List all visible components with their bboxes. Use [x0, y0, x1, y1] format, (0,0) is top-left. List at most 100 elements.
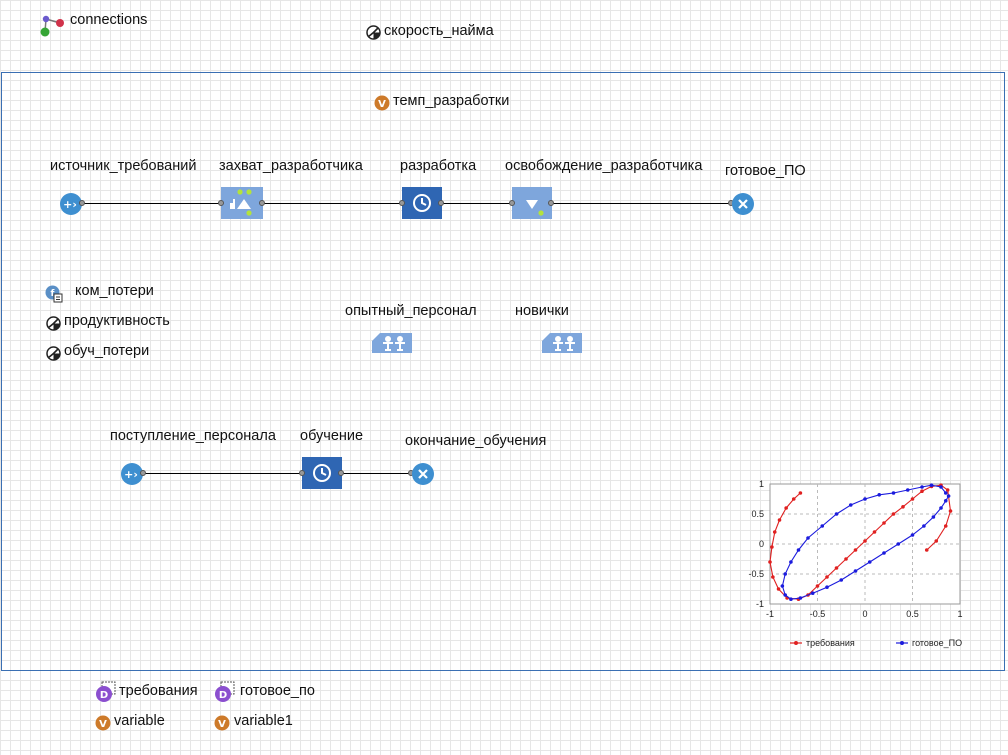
connector-line[interactable] [342, 473, 412, 474]
svg-text:D: D [100, 690, 108, 701]
release-label: освобождение_разработчика [505, 158, 703, 174]
in-port[interactable] [509, 200, 515, 206]
data-point [920, 489, 924, 493]
data-point [791, 497, 796, 501]
svg-text:+›: +› [63, 198, 77, 211]
train-loss-label[interactable]: обуч_потери [64, 343, 149, 359]
out-port[interactable] [259, 200, 265, 206]
parameter-icon[interactable] [46, 316, 61, 331]
data-point [882, 521, 886, 525]
data-point [810, 591, 815, 595]
delay-icon[interactable] [302, 457, 342, 489]
function-icon[interactable]: f [45, 285, 63, 303]
x-tick-label: 0 [862, 609, 867, 619]
connector-line[interactable] [442, 203, 512, 204]
delay2-label: обучение [300, 428, 364, 444]
data-point [783, 572, 787, 576]
svg-text:D: D [219, 690, 227, 701]
data-point [896, 542, 901, 546]
in-port[interactable] [218, 200, 224, 206]
resource-pool-icon[interactable] [542, 333, 582, 353]
y-tick-label: -0.5 [748, 569, 764, 579]
out-port[interactable] [79, 200, 85, 206]
source2-label: поступление_персонала [110, 428, 276, 444]
experienced-pool-label: опытный_персонал [345, 303, 477, 319]
data-point [783, 593, 787, 597]
out-port[interactable] [438, 200, 444, 206]
y-tick-label: 1 [759, 479, 764, 489]
data-point [867, 560, 872, 564]
dataset1-label[interactable]: требования [119, 683, 198, 699]
connector-line[interactable] [83, 203, 221, 204]
data-point [796, 548, 801, 552]
dataset-icon[interactable]: D [214, 681, 236, 703]
connector-line[interactable] [552, 203, 732, 204]
svg-text:+›: +› [124, 468, 138, 481]
data-point [780, 584, 785, 588]
data-point [910, 497, 915, 501]
data-point [929, 483, 934, 487]
dev-rate-label[interactable]: темп_разработки [393, 93, 509, 109]
data-point [798, 491, 803, 495]
data-point [789, 560, 793, 564]
out-port[interactable] [548, 200, 554, 206]
x-tick-label: -0.5 [810, 609, 826, 619]
data-point [806, 536, 810, 540]
delay-icon[interactable] [402, 187, 442, 219]
var1-label[interactable]: variable [114, 713, 165, 729]
data-point [939, 506, 943, 510]
connections-icon[interactable] [38, 14, 66, 38]
data-point [820, 524, 825, 528]
parameter-icon[interactable] [366, 25, 381, 40]
sink-label: готовое_ПО [725, 163, 806, 179]
connector-line[interactable] [143, 473, 302, 474]
productivity-label[interactable]: продуктивность [64, 313, 170, 329]
data-point [905, 488, 910, 492]
data-point [853, 569, 858, 573]
data-point [882, 551, 886, 555]
sink-icon[interactable] [731, 192, 755, 216]
release-icon[interactable] [512, 187, 552, 219]
data-point [943, 499, 948, 503]
out-port[interactable] [338, 470, 344, 476]
data-point [946, 494, 951, 498]
delay-label: разработка [400, 158, 477, 174]
resource-pool-icon[interactable] [372, 333, 412, 353]
data-point [768, 560, 772, 564]
svg-text:V: V [99, 719, 107, 730]
variable-icon[interactable]: V [374, 95, 390, 111]
data-point [901, 505, 905, 509]
svg-text:V: V [218, 719, 226, 730]
dataset2-label[interactable]: готовое_по [240, 683, 315, 699]
var2-label[interactable]: variable1 [234, 713, 293, 729]
data-point [934, 539, 939, 543]
data-point [777, 518, 782, 522]
dataset-icon[interactable]: D [95, 681, 117, 703]
data-point [772, 530, 777, 534]
data-point [924, 548, 929, 552]
phase-chart[interactable]: -1 -0.5 0 0.5 1 1 0.5 0 -0.5 -1 требования готовое_… [740, 476, 980, 656]
data-point [834, 512, 839, 516]
data-point [771, 575, 775, 579]
parameter-icon[interactable] [46, 346, 61, 361]
variable-icon[interactable]: V [214, 715, 230, 731]
legend-label: готовое_ПО [912, 638, 962, 648]
seize-icon[interactable] [221, 187, 263, 219]
in-port[interactable] [299, 470, 305, 476]
data-point [798, 596, 803, 600]
data-point [910, 533, 915, 537]
data-point [948, 509, 953, 513]
sink-icon[interactable] [411, 462, 435, 486]
connections-label[interactable]: connections [70, 12, 147, 28]
connector-line[interactable] [262, 203, 402, 204]
data-point [770, 545, 774, 549]
in-port[interactable] [399, 200, 405, 206]
out-port[interactable] [140, 470, 146, 476]
com-loss-label[interactable]: ком_потери [75, 283, 154, 299]
data-point [863, 497, 867, 501]
svg-text:V: V [378, 99, 386, 110]
data-point [872, 530, 877, 534]
hire-rate-label[interactable]: скорость_найма [384, 23, 494, 39]
data-point [939, 485, 943, 489]
variable-icon[interactable]: V [95, 715, 111, 731]
